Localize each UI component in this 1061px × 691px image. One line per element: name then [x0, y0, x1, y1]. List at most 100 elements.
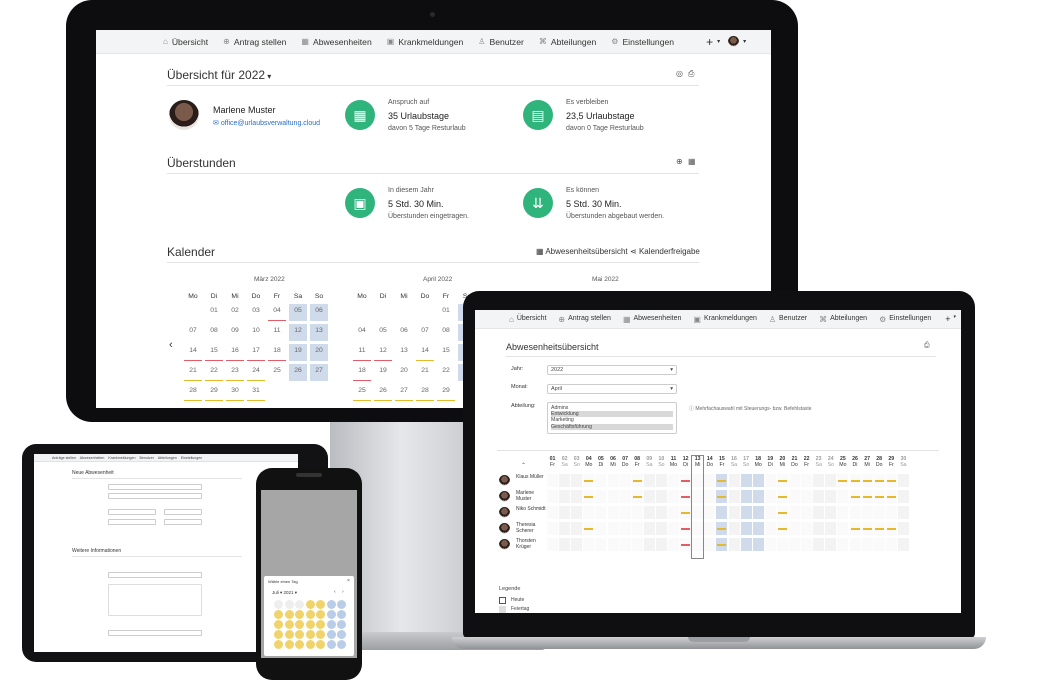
- calendar-day[interactable]: 29: [205, 384, 223, 401]
- absence-cell[interactable]: [716, 490, 728, 503]
- datepicker-day[interactable]: [274, 630, 283, 639]
- datepicker-day[interactable]: [305, 630, 315, 639]
- absence-cell[interactable]: [668, 538, 679, 551]
- nav-item-sick[interactable]: ▣ Krankmeldungen: [387, 37, 464, 47]
- nav-item-request[interactable]: ⊕ Antrag stellen: [223, 37, 286, 47]
- absence-cell[interactable]: [595, 506, 607, 519]
- absence-cell[interactable]: [680, 538, 692, 551]
- calendar-day[interactable]: 22: [205, 364, 223, 381]
- absence-cell[interactable]: [583, 522, 595, 535]
- print-icon[interactable]: ⎙: [924, 342, 930, 350]
- absence-cell[interactable]: [813, 506, 825, 519]
- absence-cell[interactable]: [813, 490, 825, 503]
- calendar-day[interactable]: 31: [247, 384, 265, 401]
- datepicker-month[interactable]: Juli ▾ 2021 ▾: [272, 590, 297, 596]
- absence-cell[interactable]: [801, 490, 813, 503]
- absence-cell[interactable]: [571, 538, 583, 551]
- absence-cell[interactable]: [752, 474, 764, 487]
- tablet-comment-box[interactable]: [108, 584, 202, 616]
- nav-item-users[interactable]: ♙ Benutzer: [769, 315, 807, 324]
- absence-cell[interactable]: [813, 538, 825, 551]
- calendar-day[interactable]: 30: [226, 384, 244, 401]
- calendar-day[interactable]: 23: [226, 364, 244, 381]
- absence-cell[interactable]: [547, 538, 558, 551]
- absence-cell[interactable]: [716, 522, 728, 535]
- absence-cell[interactable]: [716, 538, 728, 551]
- absence-cell[interactable]: [789, 490, 800, 503]
- absence-cell[interactable]: [680, 506, 692, 519]
- datepicker-day[interactable]: [295, 610, 304, 619]
- absence-cell[interactable]: [547, 506, 558, 519]
- calendar-day[interactable]: 05: [374, 324, 392, 341]
- calendar-day[interactable]: 25: [268, 364, 286, 381]
- absence-cell[interactable]: [861, 490, 873, 503]
- absence-cell[interactable]: [643, 522, 655, 535]
- calendar-day[interactable]: 19: [289, 344, 307, 361]
- absence-cell[interactable]: [789, 506, 800, 519]
- absence-cell[interactable]: [885, 506, 897, 519]
- absence-cell[interactable]: [764, 490, 776, 503]
- calendar-day[interactable]: 01: [205, 304, 223, 321]
- calendar-day[interactable]: 13: [395, 344, 413, 361]
- absence-cell[interactable]: [849, 490, 861, 503]
- absence-cell[interactable]: [631, 474, 643, 487]
- absence-cell[interactable]: [885, 490, 897, 503]
- calendar-day[interactable]: 19: [374, 364, 392, 381]
- person-icon[interactable]: ◎: [676, 69, 683, 78]
- calendar-day[interactable]: 09: [226, 324, 244, 341]
- calendar-day[interactable]: 22: [437, 364, 455, 381]
- absence-cell[interactable]: [885, 538, 897, 551]
- tablet-time-field[interactable]: [164, 509, 202, 515]
- absence-cell[interactable]: [655, 506, 667, 519]
- absence-cell[interactable]: [716, 474, 728, 487]
- absence-cell[interactable]: [789, 538, 800, 551]
- absence-cell[interactable]: [740, 474, 752, 487]
- absence-cell[interactable]: [764, 506, 776, 519]
- absence-cell[interactable]: [740, 538, 752, 551]
- nav-item-settings[interactable]: ⚙ Einstellungen: [879, 315, 931, 324]
- absence-cell[interactable]: [668, 506, 679, 519]
- absence-cell[interactable]: [873, 474, 885, 487]
- calendar-day[interactable]: 24: [247, 364, 265, 381]
- absence-cell[interactable]: [619, 506, 631, 519]
- absence-cell[interactable]: [789, 522, 800, 535]
- absence-cell[interactable]: [728, 474, 740, 487]
- datepicker-day[interactable]: [284, 620, 294, 629]
- absence-cell[interactable]: [643, 474, 655, 487]
- datepicker-day[interactable]: [295, 630, 304, 639]
- absence-cell[interactable]: [655, 490, 667, 503]
- absence-cell[interactable]: [849, 538, 861, 551]
- absence-cell[interactable]: [752, 506, 764, 519]
- month-select[interactable]: April ▾: [547, 384, 677, 394]
- absence-cell[interactable]: [837, 474, 849, 487]
- absence-cell[interactable]: [776, 506, 788, 519]
- calendar-day[interactable]: 28: [184, 384, 202, 401]
- datepicker-day[interactable]: [316, 620, 325, 629]
- nav-item-absences[interactable]: ▦ Abwesenheiten: [301, 37, 371, 47]
- absence-cell[interactable]: [607, 490, 619, 503]
- absence-cell[interactable]: [583, 538, 595, 551]
- absence-cell[interactable]: [873, 522, 885, 535]
- tablet-input[interactable]: [108, 630, 202, 636]
- absence-cell[interactable]: [583, 490, 595, 503]
- absence-cell[interactable]: [559, 522, 571, 535]
- nav-item-users[interactable]: ♙ Benutzer: [478, 37, 524, 47]
- calendar-day[interactable]: 15: [205, 344, 223, 361]
- absence-cell[interactable]: [595, 538, 607, 551]
- department-option[interactable]: Geschäftsführung: [551, 423, 673, 430]
- datepicker-day[interactable]: [284, 630, 294, 639]
- calendar-day[interactable]: 20: [395, 364, 413, 381]
- nav-item-sick[interactable]: ▣ Krankmeldungen: [693, 315, 757, 324]
- calendar-day[interactable]: 01: [437, 304, 455, 321]
- absence-cell[interactable]: [607, 522, 619, 535]
- datepicker-day[interactable]: [337, 600, 346, 609]
- absence-cell[interactable]: [704, 538, 716, 551]
- user-menu-button[interactable]: ▾: [728, 36, 746, 47]
- tablet-nav-item[interactable]: Anträge stellen: [52, 456, 76, 460]
- datepicker-day[interactable]: [316, 600, 325, 609]
- calendar-day[interactable]: 18: [268, 344, 286, 361]
- absence-cell[interactable]: [837, 490, 849, 503]
- datepicker-day[interactable]: [326, 610, 336, 619]
- absence-cell[interactable]: [849, 522, 861, 535]
- absence-cell[interactable]: [728, 538, 740, 551]
